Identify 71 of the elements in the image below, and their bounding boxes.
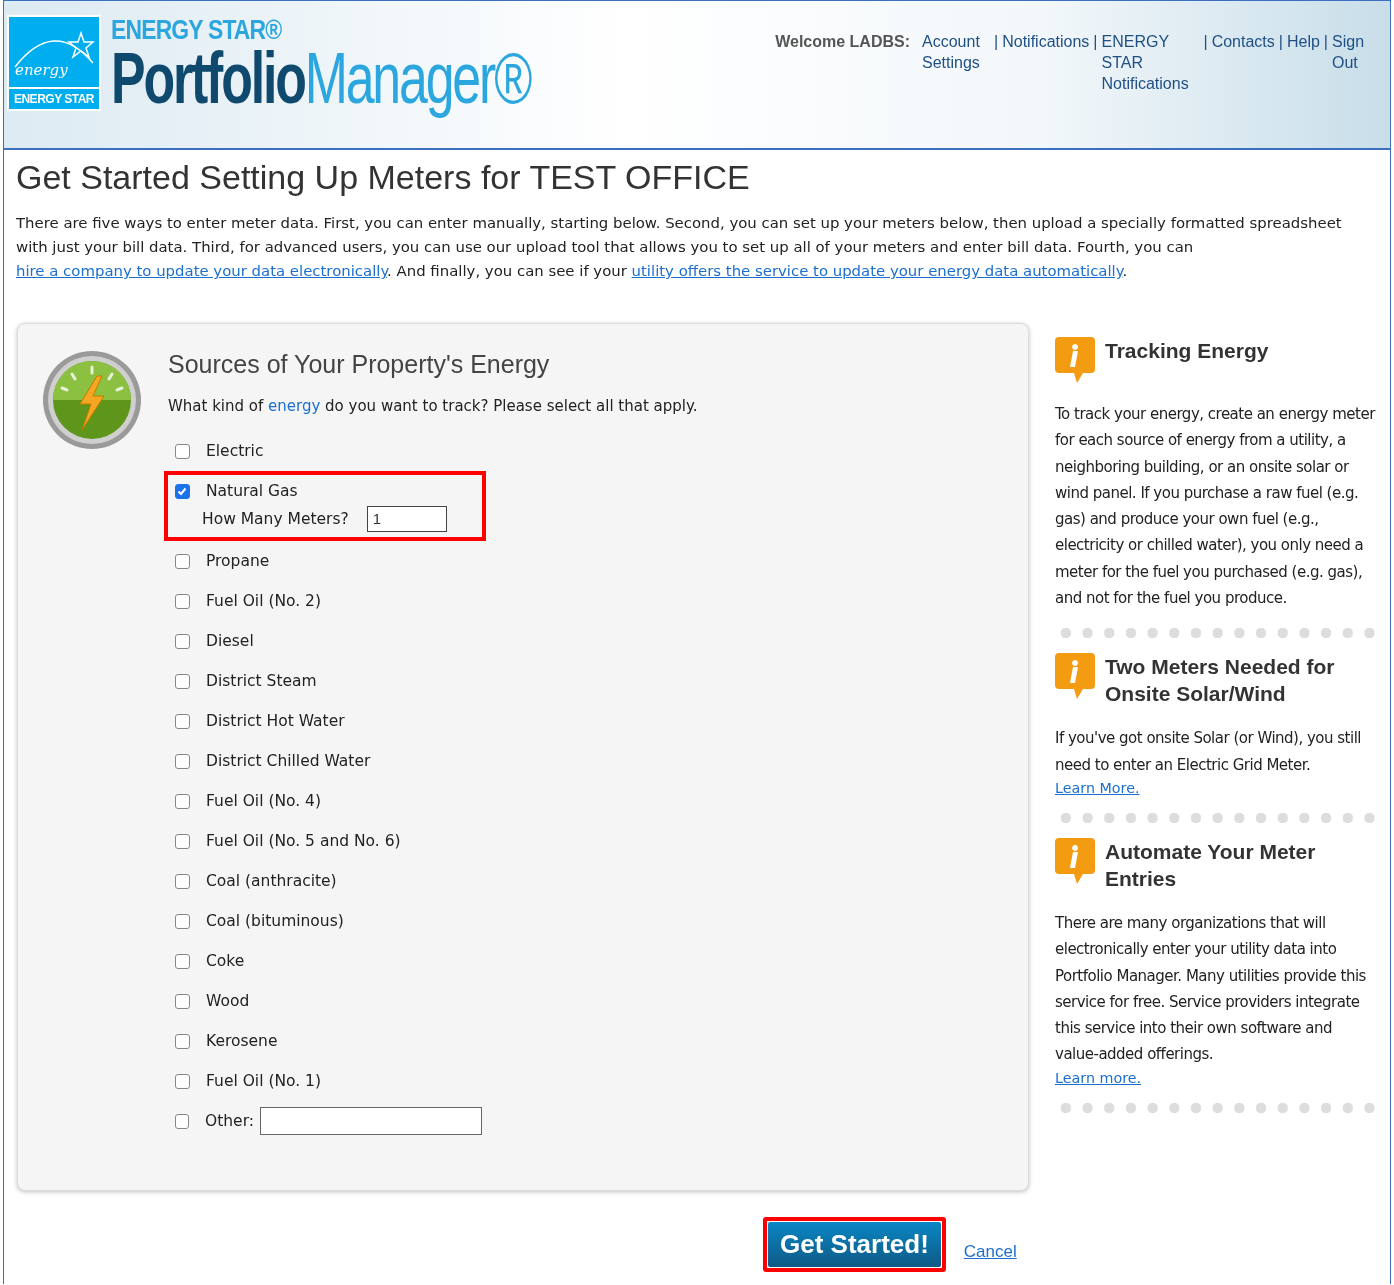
checkbox[interactable] [175,633,190,649]
nav-separator: | [1093,32,1098,52]
section-title: Sources of Your Property's Energy [168,350,551,379]
option-label: Fuel Oil (No. 5 and No. 6) [206,832,401,850]
checkbox[interactable] [175,713,190,729]
welcome-text: Welcome LADBS: [775,32,910,52]
info-icon [1055,653,1095,700]
checkbox[interactable] [175,553,190,569]
option-label: Coal (bituminous) [206,912,344,930]
option-label: District Hot Water [206,712,345,730]
nav-link[interactable]: Notifications [1002,31,1090,52]
checkbox[interactable] [175,793,190,809]
option-label: Coke [206,952,245,970]
tip-text: To track your energy, create an energy meter for each source of energy from a utility, a neighboring building, or an onsite solar or wind panel. If you purchase a raw fuel (e.g. gas) and produce your own fuel (e.g., electricity or chilled water), you only need a meter for the fuel you purchased (e.g. gas), and not for the fuel you produce. [1055,404,1375,610]
checkbox[interactable] [175,443,190,459]
option-label: Coal (anthracite) [206,872,337,890]
nav-separator: | [1323,32,1328,52]
nav-separator: | [1203,32,1208,52]
nav-link[interactable]: Help [1286,31,1320,52]
nav-link[interactable]: Account Settings [922,31,986,73]
option-label: Natural Gas [206,482,298,500]
option-label: Wood [206,992,250,1010]
option-label: Diesel [206,632,254,650]
checkbox[interactable] [175,1073,190,1089]
get-started-button[interactable]: Get Started! [768,1222,941,1267]
nav-link[interactable]: Contacts [1211,31,1275,52]
energy-link[interactable]: energy [268,397,321,415]
other-input-field[interactable] [260,1107,482,1135]
nav-separator: | [994,32,999,52]
tip-text: There are many organizations that will electronically enter your utility data into Portfolio Manager. Many utilities provide this service for free. Service providers integrate this service into their own software and value-added offerings. [1055,912,1367,1066]
nav-separator: | [1278,32,1283,52]
info-icon [1055,337,1095,383]
option-label: District Steam [206,672,317,690]
checkbox[interactable] [175,1033,190,1049]
cancel-link[interactable]: Cancel [963,1242,1017,1262]
option-label: District Chilled Water [206,752,371,770]
learn-more-link[interactable]: Learn More. [1055,779,1140,796]
tip-title: Tracking Energy [1105,338,1269,364]
option-label: Propane [206,552,270,570]
learn-more-link[interactable]: Learn more. [1055,1069,1142,1086]
option-label: Fuel Oil (No. 2) [206,592,322,610]
checkbox[interactable] [175,993,190,1009]
checkbox[interactable] [175,833,190,849]
checkbox[interactable] [175,953,190,969]
checkbox[interactable] [175,753,190,769]
checkbox[interactable] [175,1113,189,1129]
tip-title: Two Meters Needed for Onsite Solar/Wind [1105,654,1336,708]
checkbox[interactable] [175,593,190,609]
question-text: What kind of energy do you want to track? Please select all that apply. [168,397,698,415]
option-label: Electric [206,442,264,460]
page-title: Get Started Setting Up Meters for TEST OFFICE [16,158,751,197]
intro-link[interactable]: utility offers the service to update your energy data automatically [631,262,1123,280]
checkbox[interactable] [175,913,190,929]
nav-link[interactable]: ENERGY STAR Notifications [1101,31,1196,94]
checkbox[interactable] [175,673,190,689]
option-label: Fuel Oil (No. 1) [206,1072,322,1090]
meters-label: How Many Meters? [202,510,349,528]
tip-text: If you've got onsite Solar (or Wind), you still need to enter an Electric Grid Meter. [1055,728,1362,776]
intro-paragraph: There are five ways to enter meter data. First, you can enter manually, starting below. Second, you can set up your meters below, then upload a specially formatted spreadsheet with just your bill data. Third, for advanced users, you can use our upload tool that allows you to set up all of your meters and enter bill data. Fourth, you can hire a company to update your data electronically. And finally, you can see if your utility offers the service to update your energy data automatically. [16,213,1343,282]
lightning-gauge-icon [42,350,142,450]
energy-star-logo: energy ENERGY STAR [7,15,101,111]
option-label: Fuel Oil (No. 4) [206,792,322,810]
checkbox[interactable] [175,483,190,499]
tip-title: Automate Your Meter Entries [1105,838,1317,892]
brand-name: ENERGY STAR® [111,15,283,45]
option-label: Kerosene [206,1032,278,1050]
checkbox[interactable] [175,873,190,889]
option-label: Other: [205,1112,254,1130]
info-icon [1055,837,1095,884]
nav-link[interactable]: Sign Out [1332,31,1366,73]
meters-input-field[interactable]: 1 [366,506,447,532]
